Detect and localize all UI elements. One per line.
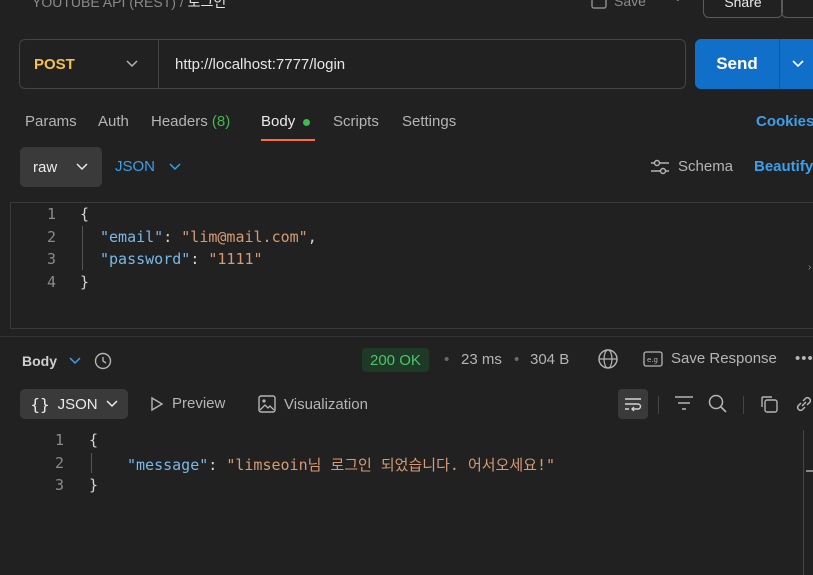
body-mode-select[interactable]: raw xyxy=(20,147,102,187)
sliders-icon xyxy=(651,159,669,174)
pane-divider[interactable] xyxy=(0,336,813,337)
active-tab-underline xyxy=(261,139,315,141)
line-number: 3 xyxy=(46,250,56,268)
status-badge[interactable]: 200 OK xyxy=(362,348,429,372)
response-format-select[interactable]: {} JSON xyxy=(20,389,128,419)
share-button[interactable]: Share xyxy=(703,0,783,18)
tab-scripts[interactable]: Scripts xyxy=(333,113,379,130)
tab-body[interactable]: Body xyxy=(261,113,311,130)
chevron-down-icon xyxy=(76,163,88,171)
send-button[interactable]: Send xyxy=(695,39,813,89)
cookies-link[interactable]: Cookies xyxy=(756,113,813,130)
svg-text:e.g: e.g xyxy=(647,356,658,364)
link-icon[interactable] xyxy=(794,394,813,414)
line-number: 1 xyxy=(46,205,56,223)
example-icon: e.g xyxy=(643,350,663,367)
indent-guide xyxy=(91,453,92,473)
chevron-down-icon xyxy=(106,400,118,408)
tab-settings[interactable]: Settings xyxy=(402,113,456,130)
line-number: 3 xyxy=(54,476,64,494)
copy-icon[interactable] xyxy=(760,395,778,413)
code-line: "password": "1111" xyxy=(100,250,263,268)
chevron-down-icon xyxy=(126,60,138,68)
breadcrumb-parent[interactable]: YOUTUBE API (REST) xyxy=(32,0,176,10)
resize-caret-icon: › xyxy=(808,262,812,273)
preview-button[interactable]: Preview xyxy=(150,395,225,412)
code-line: "email": "lim@mail.com", xyxy=(100,228,317,246)
beautify-button[interactable]: Beautify xyxy=(754,158,813,175)
schema-button[interactable]: Schema xyxy=(650,158,733,175)
chevron-down-icon[interactable] xyxy=(792,60,804,68)
history-icon[interactable] xyxy=(93,351,113,371)
line-number: 2 xyxy=(46,228,56,246)
url-bar: POST http://localhost:7777/login xyxy=(19,39,686,89)
line-number: 4 xyxy=(46,273,56,291)
filter-icon[interactable] xyxy=(674,395,694,411)
code-line: } xyxy=(89,476,99,494)
line-number: 2 xyxy=(54,454,64,472)
breadcrumb: YOUTUBE API (REST) / 로그인 xyxy=(32,0,226,12)
body-indicator-dot xyxy=(303,118,311,126)
chevron-down-icon xyxy=(69,357,81,365)
play-icon xyxy=(151,396,164,411)
code-line: { xyxy=(89,431,99,449)
braces-icon: {} xyxy=(30,394,50,414)
image-icon xyxy=(258,395,276,413)
response-size[interactable]: 304 B xyxy=(530,351,569,368)
wrap-icon xyxy=(625,398,642,412)
headers-count: (8) xyxy=(211,113,231,130)
tab-headers[interactable]: Headers (8) xyxy=(151,113,230,130)
save-response-button[interactable]: e.g Save Response xyxy=(643,350,777,367)
url-input[interactable]: http://localhost:7777/login xyxy=(159,56,345,73)
link-button[interactable] xyxy=(781,0,813,18)
globe-icon[interactable] xyxy=(597,348,619,370)
tab-params[interactable]: Params xyxy=(25,113,77,130)
save-button[interactable]: Save xyxy=(590,0,646,10)
search-icon[interactable] xyxy=(708,394,728,414)
more-options-icon[interactable]: ••• xyxy=(795,350,813,367)
response-section-select[interactable]: Body xyxy=(22,351,113,371)
method-select[interactable]: POST xyxy=(20,40,159,88)
save-icon xyxy=(591,0,607,9)
chevron-down-icon xyxy=(169,162,181,170)
wrap-lines-button[interactable] xyxy=(618,389,648,419)
code-line: "message": "limseoin님 로그인 되었습니다. 어서오세요!" xyxy=(127,456,556,474)
save-dropdown-icon[interactable]: ⌄ xyxy=(672,0,684,5)
visualization-button[interactable]: Visualization xyxy=(258,395,368,413)
breadcrumb-current[interactable]: 로그인 xyxy=(188,0,227,10)
code-line: } xyxy=(80,273,90,291)
indent-guide xyxy=(82,226,83,270)
code-line: { xyxy=(80,205,90,223)
response-time[interactable]: 23 ms xyxy=(461,351,502,368)
tab-auth[interactable]: Auth xyxy=(98,113,129,130)
line-number: 1 xyxy=(54,431,64,449)
response-scrollbar[interactable] xyxy=(803,430,813,575)
body-language-select[interactable]: JSON xyxy=(115,158,181,175)
